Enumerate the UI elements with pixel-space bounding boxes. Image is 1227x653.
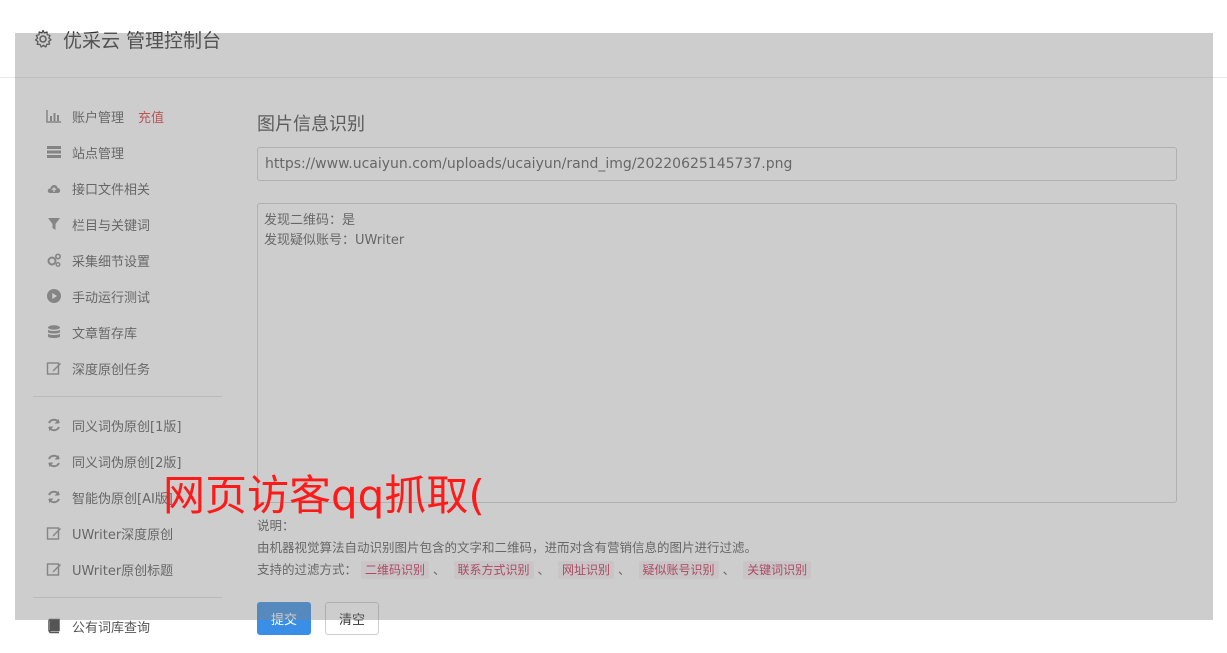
sidebar-item-interface-files[interactable]: 接口文件相关	[45, 178, 150, 198]
result-line: 发现二维码：是	[264, 213, 356, 228]
filter-label: 支持的过滤方式：	[257, 562, 358, 577]
sidebar-item-label: 站点管理	[72, 146, 125, 162]
sidebar-item-label: 深度原创任务	[72, 362, 151, 378]
sidebar-item-label: 手动运行测试	[72, 290, 151, 306]
sidebar-item-uwriter-deep[interactable]: UWriter深度原创	[45, 523, 173, 543]
refresh-icon	[45, 453, 62, 470]
bar-chart-icon	[45, 108, 62, 125]
brand[interactable]: 优采云 管理控制台	[33, 26, 221, 52]
separator: 、	[433, 562, 446, 577]
sidebar-item-columns-keywords[interactable]: 栏目与关键词	[45, 214, 150, 234]
clear-button[interactable]: 清空	[325, 602, 379, 635]
sidebar-item-ai-rewrite[interactable]: 智能伪原创[AI版]	[45, 487, 173, 507]
sidebar-item-label: 栏目与关键词	[72, 218, 151, 234]
refresh-icon	[45, 489, 62, 506]
sidebar-item-label: 文章暂存库	[72, 326, 138, 342]
sidebar-item-label: 账户管理	[72, 110, 125, 126]
sidebar-item-sites[interactable]: 站点管理	[45, 142, 124, 162]
filter-tag: 疑似账号识别	[638, 561, 719, 579]
sidebar-item-deep-original-task[interactable]: 深度原创任务	[45, 358, 150, 378]
sidebar-item-label: 同义词伪原创[1版]	[72, 419, 182, 435]
gear-icon	[33, 29, 53, 49]
sidebar-item-label: 智能伪原创[AI版]	[72, 491, 173, 507]
filter-tag: 联系方式识别	[453, 561, 534, 579]
sidebar-item-label: UWriter原创标题	[72, 563, 174, 579]
sidebar-item-manual-run[interactable]: 手动运行测试	[45, 286, 150, 306]
edit-icon	[45, 360, 62, 377]
sidebar-item-label: 公有词库查询	[72, 620, 151, 636]
separator: 、	[618, 562, 631, 577]
filter-tag: 网址识别	[558, 561, 615, 579]
filter-tag: 二维码识别	[361, 561, 430, 579]
notes: 说明： 由机器视觉算法自动识别图片包含的文字和二维码，进而对含有营销信息的图片进…	[257, 515, 812, 581]
refresh-icon	[45, 417, 62, 434]
filter-icon	[45, 216, 62, 233]
gears-icon	[45, 252, 62, 269]
sidebar-item-synonym-v1[interactable]: 同义词伪原创[1版]	[45, 415, 181, 435]
submit-button[interactable]: 提交	[257, 602, 311, 635]
image-url-input[interactable]	[257, 147, 1177, 181]
filter-tag: 关键词识别	[743, 561, 812, 579]
edit-icon	[45, 561, 62, 578]
play-circle-icon	[45, 288, 62, 305]
overlay-caption: 网页访客qq抓取(	[163, 471, 485, 520]
sidebar-item-public-lexicon[interactable]: 公有词库查询	[45, 616, 150, 636]
filter-methods: 支持的过滤方式： 二维码识别、 联系方式识别、 网址识别、 疑似账号识别、 关键…	[257, 559, 812, 581]
result-textarea[interactable]: 发现二维码：是 发现疑似账号：UWriter	[257, 203, 1177, 503]
separator: 、	[722, 562, 736, 577]
sidebar-item-uwriter-title[interactable]: UWriter原创标题	[45, 559, 173, 579]
separator: 、	[537, 562, 551, 577]
sidebar-item-collect-settings[interactable]: 采集细节设置	[45, 250, 150, 270]
database-icon	[45, 324, 62, 341]
sidebar-item-article-store[interactable]: 文章暂存库	[45, 322, 137, 342]
app-title: 优采云 管理控制台	[63, 29, 222, 52]
book-icon	[45, 618, 62, 635]
result-line: 发现疑似账号：UWriter	[264, 233, 405, 248]
sidebar-item-synonym-v2[interactable]: 同义词伪原创[2版]	[45, 451, 181, 471]
sidebar-item-label: 采集细节设置	[72, 254, 151, 270]
recharge-link[interactable]: 充值	[138, 107, 164, 126]
top-bar: 优采云 管理控制台	[0, 0, 1227, 78]
sidebar-divider	[33, 396, 222, 397]
edit-icon	[45, 525, 62, 542]
sidebar-item-label: 接口文件相关	[72, 182, 151, 198]
sidebar-item-account[interactable]: 账户管理 充值	[45, 106, 164, 126]
cloud-upload-icon	[45, 180, 62, 197]
page-title: 图片信息识别	[257, 114, 365, 135]
sidebar-item-label: UWriter深度原创	[72, 527, 174, 543]
sidebar-divider	[33, 597, 222, 598]
notes-description: 由机器视觉算法自动识别图片包含的文字和二维码，进而对含有营销信息的图片进行过滤。	[257, 540, 758, 555]
server-icon	[45, 144, 62, 161]
